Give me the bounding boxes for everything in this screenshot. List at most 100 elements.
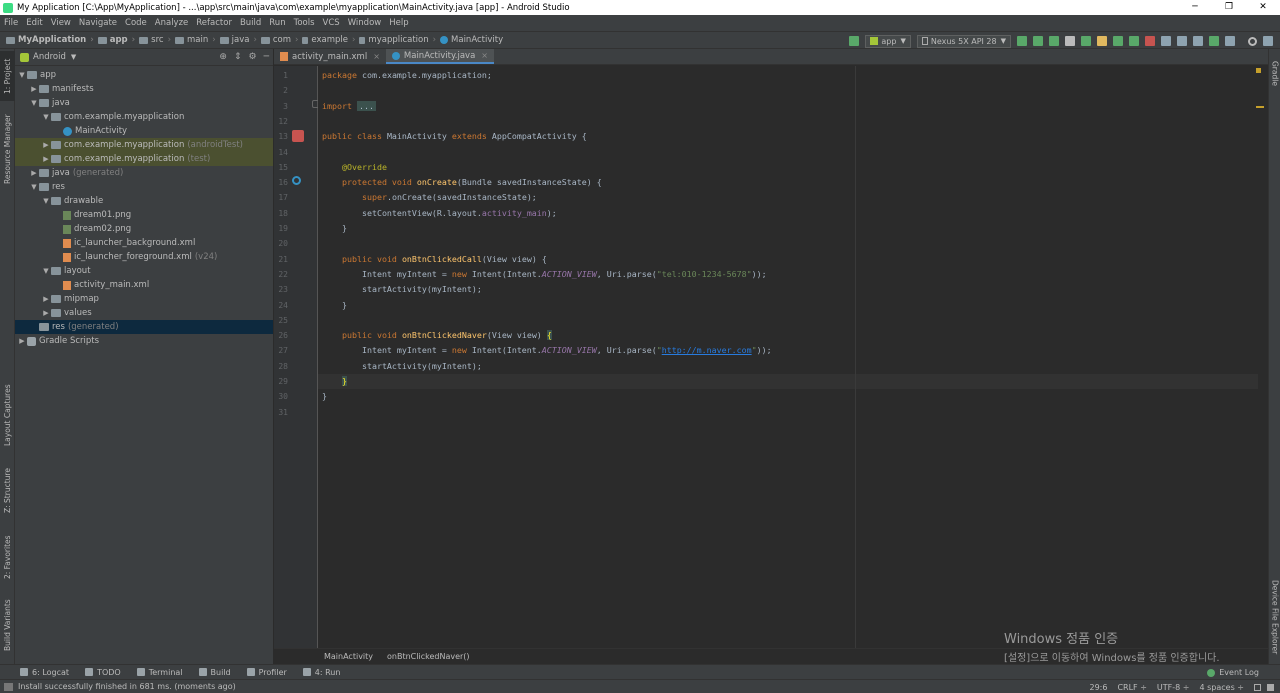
tree-item[interactable]: res (generated) xyxy=(15,320,273,334)
editor-breadcrumb-method[interactable]: onBtnClickedNaver() xyxy=(387,652,470,661)
android-class-gutter-icon[interactable] xyxy=(292,130,304,142)
chevron-down-icon[interactable]: ▼ xyxy=(71,53,76,61)
indent-setting[interactable]: 4 spaces ÷ xyxy=(1199,683,1244,692)
make-project-icon[interactable] xyxy=(849,36,860,46)
tab-favorites[interactable]: 2: Favorites xyxy=(0,527,15,587)
editor-breadcrumb-class[interactable]: MainActivity xyxy=(324,652,373,661)
tree-item[interactable]: ▼ res xyxy=(15,180,273,194)
hide-panel-icon[interactable]: ─ xyxy=(264,52,269,62)
expand-right-icon[interactable]: ▶ xyxy=(41,295,51,303)
breadcrumb-item[interactable]: main › xyxy=(174,35,216,45)
tree-item[interactable]: ic_launcher_foreground.xml (v24) xyxy=(15,250,273,264)
gear-icon[interactable]: ⚙ xyxy=(249,52,257,62)
run-icon[interactable] xyxy=(1049,36,1059,46)
line-separator[interactable]: CRLF ÷ xyxy=(1117,683,1146,692)
tree-item[interactable]: dream01.png xyxy=(15,208,273,222)
expand-down-icon[interactable]: ▼ xyxy=(29,99,39,107)
tree-item[interactable]: ▼ com.example.myapplication xyxy=(15,110,273,124)
locate-icon[interactable]: ⊕ xyxy=(219,52,227,62)
menu-edit[interactable]: Edit xyxy=(26,18,42,28)
close-button[interactable]: ✕ xyxy=(1246,0,1280,15)
expand-down-icon[interactable]: ▼ xyxy=(41,267,51,275)
tree-item[interactable]: ▼ app xyxy=(15,68,273,82)
close-icon[interactable]: × xyxy=(373,52,380,61)
tree-item[interactable]: ▼ drawable xyxy=(15,194,273,208)
menu-build[interactable]: Build xyxy=(240,18,261,28)
tab-layout-captures[interactable]: Layout Captures xyxy=(0,379,15,451)
search-icon[interactable] xyxy=(1248,36,1257,46)
caret-position[interactable]: 29:6 xyxy=(1089,683,1107,692)
device-select[interactable]: Nexus 5X API 28 ▼ xyxy=(916,34,1011,48)
tree-item[interactable]: ▶ java (generated) xyxy=(15,166,273,180)
close-icon[interactable]: × xyxy=(481,51,488,60)
expand-right-icon[interactable]: ▶ xyxy=(29,85,39,93)
menu-file[interactable]: File xyxy=(4,18,18,28)
menu-code[interactable]: Code xyxy=(125,18,147,28)
ide-updates-icon[interactable] xyxy=(1263,36,1273,46)
menu-help[interactable]: Help xyxy=(389,18,408,28)
warning-stripe-marker[interactable] xyxy=(1256,106,1264,108)
menu-analyze[interactable]: Analyze xyxy=(155,18,189,28)
tree-item[interactable]: activity_main.xml xyxy=(15,278,273,292)
tree-item[interactable]: ▶ values xyxy=(15,306,273,320)
editor-tab[interactable]: MainActivity.java × xyxy=(385,49,494,64)
tool-window-4-run[interactable]: 4: Run xyxy=(302,668,340,677)
profile-icon[interactable] xyxy=(1097,36,1107,46)
breadcrumb-item[interactable]: MyApplication › xyxy=(6,35,94,45)
apply-code-changes-icon[interactable] xyxy=(1033,36,1043,46)
expand-right-icon[interactable]: ▶ xyxy=(41,155,51,163)
tab-resource-manager[interactable]: Resource Manager xyxy=(0,109,15,189)
breadcrumb-item[interactable]: com › xyxy=(260,35,298,45)
event-status-icon[interactable] xyxy=(1267,683,1274,691)
sdk-manager-icon[interactable] xyxy=(1161,36,1171,46)
tree-item[interactable]: ▼ layout xyxy=(15,264,273,278)
tab-device-file-explorer[interactable]: Device File Explorer xyxy=(1269,577,1280,657)
expand-right-icon[interactable]: ▶ xyxy=(17,337,27,345)
avd-manager-icon[interactable] xyxy=(1177,36,1187,46)
expand-right-icon[interactable]: ▶ xyxy=(41,141,51,149)
restore-button[interactable]: ❐ xyxy=(1212,0,1246,15)
tree-item[interactable]: ▶ mipmap xyxy=(15,292,273,306)
expand-right-icon[interactable]: ▶ xyxy=(41,309,51,317)
expand-down-icon[interactable]: ▼ xyxy=(41,197,51,205)
tab-gradle[interactable]: Gradle xyxy=(1269,53,1280,93)
expand-down-icon[interactable]: ▼ xyxy=(41,113,51,121)
menu-run[interactable]: Run xyxy=(269,18,285,28)
file-encoding[interactable]: UTF-8 ÷ xyxy=(1157,683,1190,692)
status-message[interactable]: Install successfully finished in 681 ms.… xyxy=(18,682,236,691)
stop-icon[interactable] xyxy=(1145,36,1155,46)
tab-structure[interactable]: Z: Structure xyxy=(0,463,15,519)
breadcrumb-item[interactable]: MainActivity xyxy=(440,35,503,45)
code-editor[interactable]: package com.example.myapplication; import… xyxy=(318,66,1258,648)
tree-item[interactable]: ▶ com.example.myapplication (test) xyxy=(15,152,273,166)
attach-debugger-icon[interactable] xyxy=(1113,36,1123,46)
tab-build-variants[interactable]: Build Variants xyxy=(0,595,15,655)
breadcrumb-item[interactable]: java › xyxy=(219,35,257,45)
menu-view[interactable]: View xyxy=(51,18,71,28)
lock-icon[interactable] xyxy=(1254,683,1261,691)
override-gutter-icon[interactable] xyxy=(292,176,301,185)
apply-changes-icon[interactable] xyxy=(1017,36,1027,46)
tree-item[interactable]: ic_launcher_background.xml xyxy=(15,236,273,250)
device-manager-icon[interactable] xyxy=(1209,36,1219,46)
menu-refactor[interactable]: Refactor xyxy=(196,18,232,28)
tool-window-build[interactable]: Build xyxy=(198,668,231,677)
coverage-icon[interactable] xyxy=(1129,36,1139,46)
tree-item[interactable]: ▶ com.example.myapplication (androidTest) xyxy=(15,138,273,152)
tree-item[interactable]: ▶ manifests xyxy=(15,82,273,96)
tree-item[interactable]: ▶ Gradle Scripts xyxy=(15,334,273,348)
event-log-button[interactable]: Event Log xyxy=(1207,665,1259,680)
token-link[interactable]: http://m.naver.com xyxy=(662,345,752,355)
tool-window-6-logcat[interactable]: 6: Logcat xyxy=(20,668,69,677)
breadcrumb-item[interactable]: example › xyxy=(302,35,355,45)
inspection-indicator-icon[interactable] xyxy=(1256,68,1261,73)
tree-item[interactable]: MainActivity xyxy=(15,124,273,138)
menu-navigate[interactable]: Navigate xyxy=(79,18,117,28)
expand-down-icon[interactable]: ▼ xyxy=(17,71,27,79)
tool-window-profiler[interactable]: Profiler xyxy=(246,668,287,677)
expand-right-icon[interactable]: ▶ xyxy=(29,169,39,177)
project-view-select[interactable]: Android xyxy=(33,52,66,62)
minimize-button[interactable]: ─ xyxy=(1178,0,1212,15)
expand-down-icon[interactable]: ▼ xyxy=(29,183,39,191)
breadcrumb-item[interactable]: myapplication › xyxy=(359,35,436,45)
